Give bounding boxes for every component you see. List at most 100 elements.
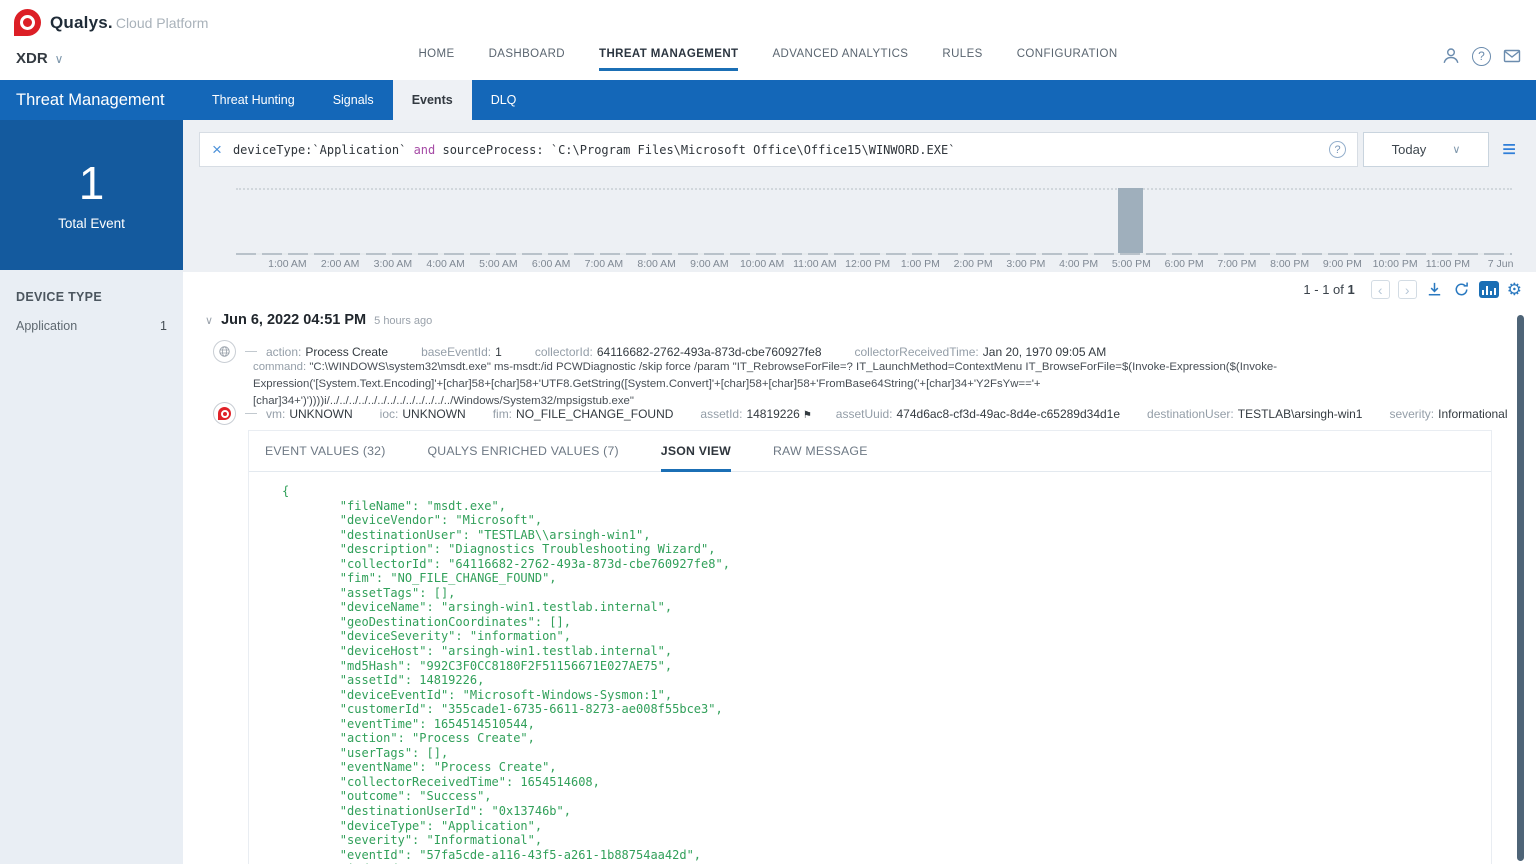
timeline-tick-label: 7 Jun xyxy=(1487,258,1514,270)
event-field: fim: NO_FILE_CHANGE_FOUND xyxy=(493,407,677,421)
total-event-panel: 1 Total Event xyxy=(0,120,183,270)
event-field-value: 474d6ac8-cf3d-49ac-8d4e-c65289d34d1e xyxy=(896,406,1121,421)
vertical-scrollbar[interactable] xyxy=(1517,315,1524,861)
json-line: "destinationUser": "TESTLAB\\arsingh-win… xyxy=(282,527,651,542)
timeline-tick-label: 6:00 PM xyxy=(1164,258,1204,270)
json-line: "severity": "Informational", xyxy=(282,833,543,848)
tab-event-values[interactable]: EVENT VALUES (32) xyxy=(265,444,386,471)
timeline-tick-label: 2:00 PM xyxy=(953,258,993,270)
timeline-tick-label: 1:00 AM xyxy=(268,258,307,270)
event-field-value: UNKNOWN xyxy=(402,406,466,421)
event-field-label: fim: xyxy=(492,406,513,421)
event-field-label: collectorReceivedTime: xyxy=(854,344,979,359)
json-line: "description": "Diagnostics Troubleshoot… xyxy=(282,542,716,557)
event-field-label: vm: xyxy=(266,406,286,421)
tab-qualys-enriched-values[interactable]: QUALYS ENRICHED VALUES (7) xyxy=(428,444,619,471)
qualys-logo[interactable]: Qualys. Cloud Platform xyxy=(14,9,208,36)
json-line: "eventTime": 1654514510544, xyxy=(282,716,535,731)
json-line: "action": "Process Create", xyxy=(282,731,535,746)
json-line: "destinationUserId": "0x13746b", xyxy=(282,804,571,819)
json-line: "deviceEventId": "Microsoft-Windows-Sysm… xyxy=(282,687,673,702)
module-bar: Threat Management Threat Hunting Signals… xyxy=(0,80,1536,120)
next-page-button[interactable]: › xyxy=(1397,280,1417,299)
event-field-label: assetUuid: xyxy=(835,406,893,421)
tab-dlq[interactable]: DLQ xyxy=(472,80,536,120)
facet-item-count: 1 xyxy=(160,319,167,333)
module-title: Threat Management xyxy=(16,90,165,109)
nav-item-rules[interactable]: RULES xyxy=(942,48,982,71)
timeline-axis xyxy=(236,253,1512,255)
json-line: "deviceSeverity": "information", xyxy=(282,629,571,644)
tab-events[interactable]: Events xyxy=(392,80,472,120)
event-field-label: destinationUser: xyxy=(1147,406,1234,421)
tab-threat-hunting[interactable]: Threat Hunting xyxy=(193,80,314,120)
nav-item-advanced-analytics[interactable]: ADVANCED ANALYTICS xyxy=(772,48,908,71)
command-label: command: xyxy=(253,361,307,373)
event-field-value: 1 xyxy=(495,344,502,359)
pagination: 1 - 1 of 1 xyxy=(1303,282,1355,297)
event-field-value: NO_FILE_CHANGE_FOUND xyxy=(516,406,674,421)
event-field: destinationUser: TESTLAB\arsingh-win1 xyxy=(1147,407,1365,421)
timeline-tick-label: 8:00 AM xyxy=(637,258,676,270)
timeline-tick-label: 10:00 AM xyxy=(739,258,785,270)
mail-icon[interactable] xyxy=(1502,46,1522,66)
timeline-tick-label: 9:00 PM xyxy=(1322,258,1362,270)
nav-item-dashboard[interactable]: DASHBOARD xyxy=(489,48,565,71)
json-line: "deviceVendor": "Microsoft", xyxy=(282,513,543,528)
event-field: action: Process Create xyxy=(266,345,391,359)
command-value: "C:\WINDOWS\system32\msdt.exe" ms-msdt:/… xyxy=(253,361,1278,407)
refresh-icon[interactable] xyxy=(1452,280,1471,299)
timeline-gridline xyxy=(236,188,1512,190)
qualys-agent-icon xyxy=(213,402,236,425)
nav-item-home[interactable]: HOME xyxy=(418,48,454,71)
json-line: "outcome": "Success", xyxy=(282,789,492,804)
event-relative-time: 5 hours ago xyxy=(374,315,433,327)
help-icon[interactable]: ? xyxy=(1472,46,1491,66)
event-field: severity: Informational xyxy=(1389,407,1510,421)
tab-json-view[interactable]: JSON VIEW xyxy=(660,444,731,472)
sidebar: 1 Total Event DEVICE TYPE Application 1 xyxy=(0,120,183,864)
event-field-label: action: xyxy=(266,344,302,359)
timeline-event-bar[interactable] xyxy=(1118,188,1143,254)
timeline-tick-label: 6:00 AM xyxy=(531,258,571,270)
json-line: { xyxy=(282,484,290,498)
timeline-tick-label: 9:00 AM xyxy=(690,258,729,270)
json-line: "deviceName": "arsingh-win1.testlab.inte… xyxy=(282,600,673,615)
tab-signals[interactable]: Signals xyxy=(314,80,393,120)
settings-gear-icon[interactable]: ⚙ xyxy=(1507,280,1522,299)
timeline-tick-label: 5:00 AM xyxy=(479,258,518,270)
timeline-tick-label: 3:00 PM xyxy=(1006,258,1046,270)
connector-line xyxy=(245,413,257,414)
qualys-xdr-events-screen: Qualys. Cloud Platform XDR ∨ HOME DASHBOA… xyxy=(0,0,1536,864)
event-field: ioc: UNKNOWN xyxy=(380,407,469,421)
timeline-tick-label: 11:00 PM xyxy=(1425,258,1470,270)
timeline-tick-label: 4:00 PM xyxy=(1059,258,1099,270)
event-field: collectorReceivedTime: Jan 20, 1970 09:05… xyxy=(855,345,1110,359)
event-type-icon xyxy=(213,340,236,363)
facet-group-title: DEVICE TYPE xyxy=(16,290,102,304)
event-field: vm: UNKNOWN xyxy=(266,407,356,421)
event-timeline-chart: 1:00 AM 2:00 AM 3:00 AM 4:00 AM 5:00 AM 6:00 … xyxy=(183,120,1536,272)
app-header: Qualys. Cloud Platform XDR ∨ HOME DASHBOA… xyxy=(0,0,1536,80)
results-toolbar: 1 - 1 of 1 ‹ › ⚙ xyxy=(1303,280,1522,299)
tab-raw-message[interactable]: RAW MESSAGE xyxy=(773,444,868,471)
json-line: "eventId": "57fa5cde-a116-43f5-a261-1b88… xyxy=(282,847,702,862)
facet-item[interactable]: Application 1 xyxy=(16,316,167,336)
prev-page-button[interactable]: ‹ xyxy=(1370,280,1390,299)
nav-item-threat-management[interactable]: THREAT MANAGEMENT xyxy=(599,48,739,71)
total-event-count: 1 xyxy=(78,156,105,209)
json-line: "collectorReceivedTime": 1654514608, xyxy=(282,774,600,789)
timeline-tick-label: 11:00 AM xyxy=(793,258,837,270)
nav-item-configuration[interactable]: CONFIGURATION xyxy=(1017,48,1118,71)
download-icon[interactable] xyxy=(1425,280,1444,299)
connector-line xyxy=(245,351,257,352)
event-field-value: TESTLAB\arsingh-win1 xyxy=(1237,406,1363,421)
collapse-event-icon[interactable]: ∨ xyxy=(205,314,213,327)
header-icons: ? xyxy=(1441,46,1522,66)
event-field: collectorId: 64116682-2762-493a-873d-cbe7… xyxy=(535,345,825,359)
user-icon[interactable] xyxy=(1441,46,1461,66)
event-meta-row-asset: vm: UNKNOWN ioc: UNKNOWN fim: NO_FILE_CHANGE_… xyxy=(213,402,1535,425)
json-line: "eventName": "Process Create", xyxy=(282,760,557,775)
event-field: assetId: 14819226 ⚑ xyxy=(700,407,811,421)
histogram-toggle-icon[interactable] xyxy=(1478,281,1499,298)
